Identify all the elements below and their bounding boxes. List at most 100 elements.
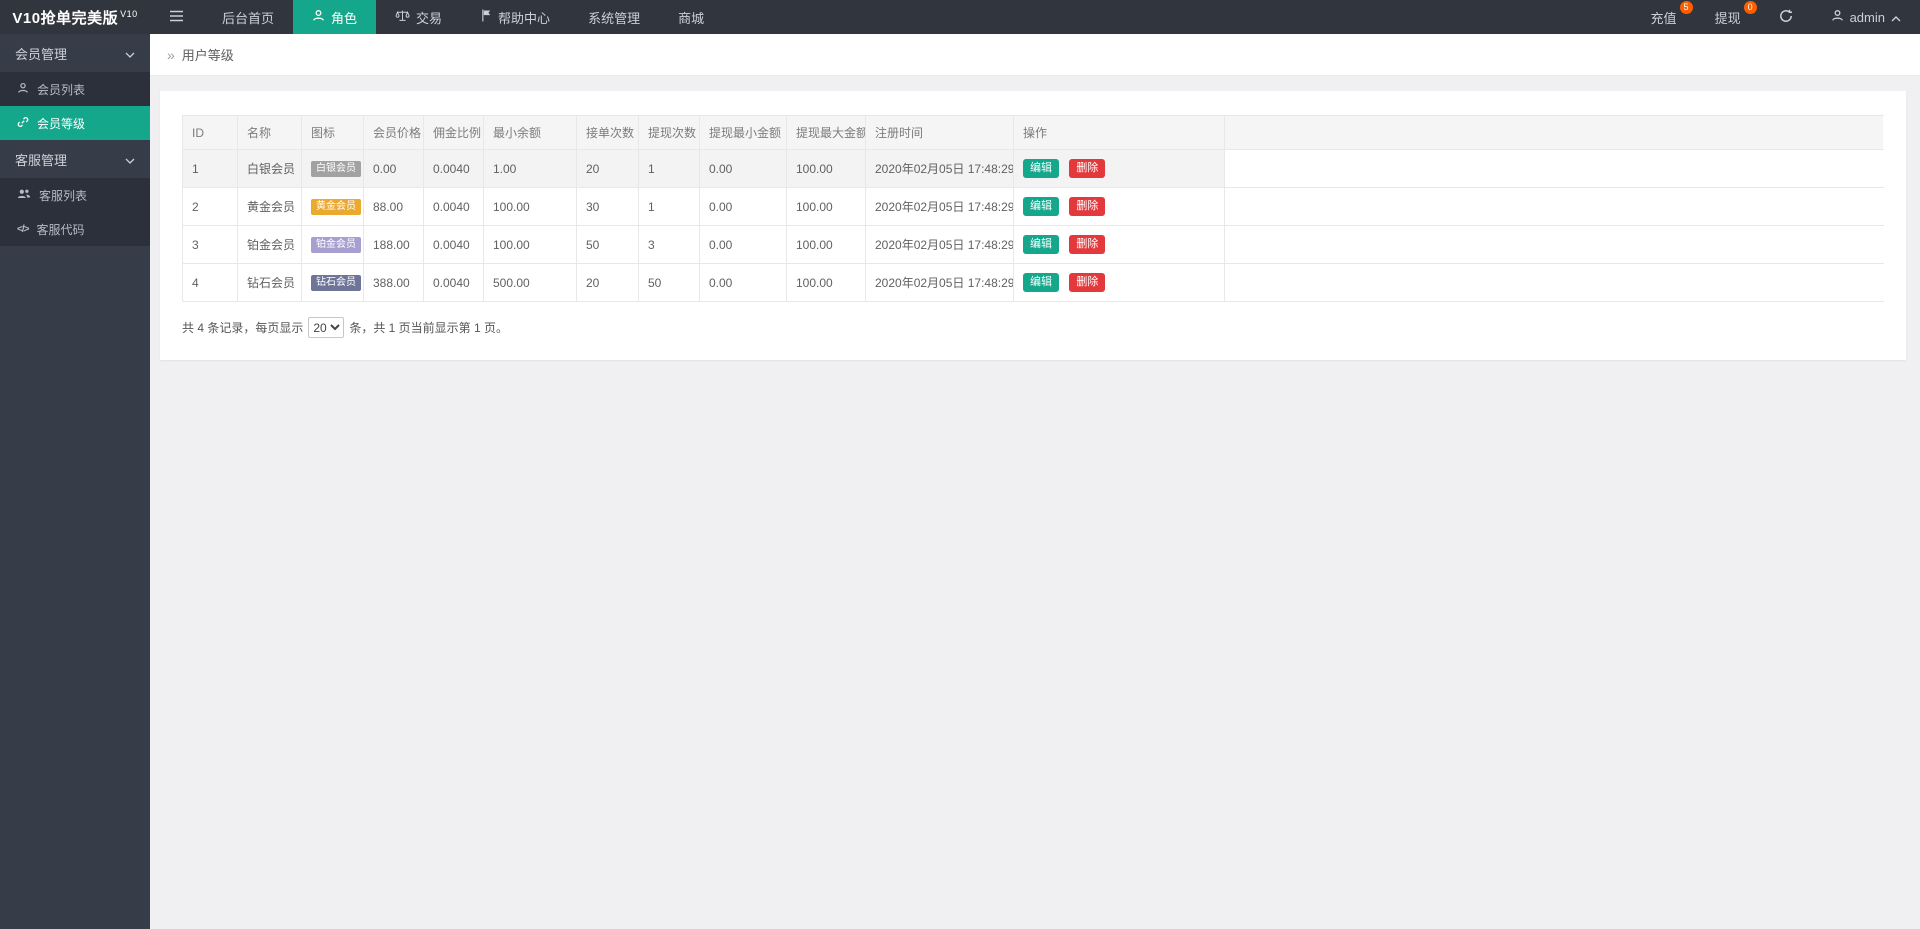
cell-withdraw-min: 0.00 [700,150,787,188]
nav-item-help-center[interactable]: 帮助中心 [461,0,569,34]
cell-price: 188.00 [364,226,424,264]
nav-item-trade[interactable]: 交易 [376,0,461,34]
person-icon [312,9,325,25]
cell-actions: 编辑 删除 [1014,188,1225,226]
edit-button[interactable]: 编辑 [1023,197,1059,216]
pagination: 共 4 条记录，每页显示 20 条，共 1 页当前显示第 1 页。 [182,317,1884,338]
chevron-down-icon [125,46,135,61]
page-title: 用户等级 [182,45,234,64]
edit-button[interactable]: 编辑 [1023,235,1059,254]
col-header-price: 会员价格 [364,116,424,150]
app-logo-text: V10抢单完美版 [12,7,118,28]
cell-reg-time: 2020年02月05日 17:48:29 [866,150,1014,188]
cell-filler [1225,264,1884,302]
cell-commission: 0.0040 [424,150,484,188]
cell-icon: 钻石会员 [302,264,364,302]
nav-item-home[interactable]: 后台首页 [203,0,293,34]
table-row: 3 铂金会员 铂金会员 188.00 0.0040 100.00 50 3 0.… [183,226,1884,264]
recharge-button[interactable]: 充值 5 [1632,0,1696,34]
table-row: 1 白银会员 白银会员 0.00 0.0040 1.00 20 1 0.00 1… [183,150,1884,188]
sidebar-item-service-code[interactable]: </> 客服代码 [0,212,150,246]
col-header-withdraw-min: 提现最小金额 [700,116,787,150]
chevron-down-icon [125,152,135,167]
cell-price: 88.00 [364,188,424,226]
cell-withdraw-times: 3 [639,226,700,264]
delete-button[interactable]: 删除 [1069,235,1105,254]
cell-price: 0.00 [364,150,424,188]
col-header-icon: 图标 [302,116,364,150]
col-header-withdraw-max: 提现最大金额 [787,116,866,150]
col-header-withdraw-times: 提现次数 [639,116,700,150]
cell-withdraw-max: 100.00 [787,188,866,226]
cell-actions: 编辑 删除 [1014,264,1225,302]
withdraw-button[interactable]: 提现 0 [1696,0,1760,34]
app-logo-version: V10 [120,9,138,19]
cell-withdraw-max: 100.00 [787,226,866,264]
sidebar-item-service-list[interactable]: 客服列表 [0,178,150,212]
cell-actions: 编辑 删除 [1014,150,1225,188]
cell-filler [1225,188,1884,226]
cell-order-times: 50 [577,226,639,264]
cell-id: 2 [183,188,238,226]
nav-item-roles[interactable]: 角色 [293,0,376,34]
app-logo: V10抢单完美版 V10 [0,0,150,34]
link-icon [17,116,29,131]
cell-id: 4 [183,264,238,302]
sidebar-group-member-management[interactable]: 会员管理 [0,34,150,72]
hamburger-icon [169,10,184,25]
cell-name: 白银会员 [238,150,302,188]
recharge-count-badge: 5 [1680,1,1693,14]
nav-item-mall[interactable]: 商城 [659,0,723,34]
main-content: » 用户等级 ID 名称 图标 会员价格 佣金比例 最小余额 接单次数 提现 [150,34,1920,929]
pagination-summary: 共 4 条记录，每页显示 [182,319,303,336]
cell-min-balance: 500.00 [484,264,577,302]
cell-withdraw-times: 50 [639,264,700,302]
sidebar-item-member-level[interactable]: 会员等级 [0,106,150,140]
col-header-reg-time: 注册时间 [866,116,1014,150]
flag-icon [480,9,492,25]
level-badge: 铂金会员 [311,237,361,253]
chevron-up-icon [1891,10,1901,25]
delete-button[interactable]: 删除 [1069,273,1105,292]
user-icon [17,82,29,97]
col-header-commission: 佣金比例 [424,116,484,150]
page-size-select[interactable]: 20 [308,317,344,338]
refresh-button[interactable] [1760,0,1812,34]
table-body: 1 白银会员 白银会员 0.00 0.0040 1.00 20 1 0.00 1… [183,150,1884,302]
nav-item-system[interactable]: 系统管理 [569,0,659,34]
sidebar-item-label: 会员列表 [37,81,85,98]
cell-name: 钻石会员 [238,264,302,302]
user-menu[interactable]: admin [1812,0,1920,34]
cell-min-balance: 100.00 [484,226,577,264]
table-header-row: ID 名称 图标 会员价格 佣金比例 最小余额 接单次数 提现次数 提现最小金额… [183,116,1884,150]
cell-withdraw-max: 100.00 [787,150,866,188]
cell-id: 1 [183,150,238,188]
cell-min-balance: 1.00 [484,150,577,188]
sidebar-item-label: 会员等级 [37,115,85,132]
col-header-id: ID [183,116,238,150]
edit-button[interactable]: 编辑 [1023,159,1059,178]
nav-item-label: 交易 [416,8,442,27]
delete-button[interactable]: 删除 [1069,197,1105,216]
sidebar-group-service-management[interactable]: 客服管理 [0,140,150,178]
nav-item-label: 商城 [678,8,704,27]
cell-commission: 0.0040 [424,188,484,226]
code-icon: </> [17,224,28,235]
sidebar-item-member-list[interactable]: 会员列表 [0,72,150,106]
nav-item-label: 后台首页 [222,8,274,27]
sidebar: 会员管理 会员列表 会员等级 客服管理 客服列表 </> 客服代码 [0,34,150,929]
cell-icon: 黄金会员 [302,188,364,226]
sidebar-item-label: 客服列表 [39,187,87,204]
cell-reg-time: 2020年02月05日 17:48:29 [866,188,1014,226]
cell-withdraw-times: 1 [639,150,700,188]
nav-item-label: 帮助中心 [498,8,550,27]
sidebar-item-label: 客服代码 [36,221,84,238]
edit-button[interactable]: 编辑 [1023,273,1059,292]
cell-order-times: 20 [577,264,639,302]
cell-withdraw-min: 0.00 [700,188,787,226]
sidebar-group-label: 会员管理 [15,44,67,63]
sidebar-toggle-button[interactable] [150,0,203,34]
col-header-order-times: 接单次数 [577,116,639,150]
level-badge: 钻石会员 [311,275,361,291]
delete-button[interactable]: 删除 [1069,159,1105,178]
